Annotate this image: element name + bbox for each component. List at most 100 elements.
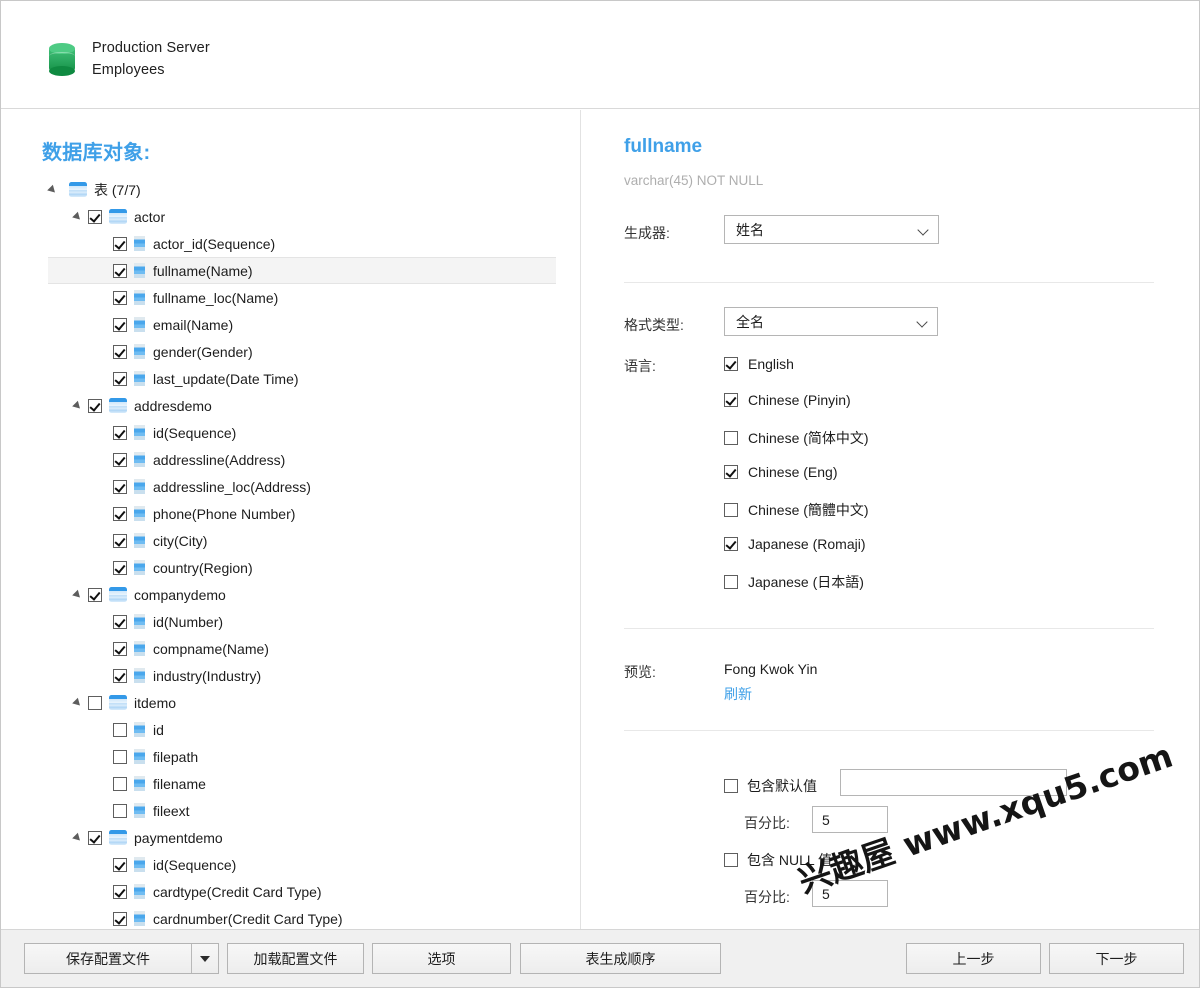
tree-row-checkbox[interactable]: [113, 317, 127, 332]
tree-row[interactable]: addressline_loc(Address): [1, 473, 580, 500]
tree-row[interactable]: paymentdemo: [1, 824, 580, 851]
tree-row[interactable]: fullname_loc(Name): [1, 284, 580, 311]
tree-row-checkbox[interactable]: [113, 614, 127, 629]
refresh-link[interactable]: 刷新: [724, 684, 752, 704]
expand-collapse-icon[interactable]: [73, 832, 85, 844]
language-label-text: English: [748, 356, 794, 372]
tree-row-checkbox[interactable]: [113, 533, 127, 548]
tree-row[interactable]: last_update(Date Time): [1, 365, 580, 392]
tree-row-checkbox[interactable]: [113, 641, 127, 656]
save-config-dropdown-arrow[interactable]: [191, 944, 218, 973]
null-percent-input[interactable]: 5: [812, 880, 888, 907]
column-icon: [134, 236, 145, 251]
tree-row-checkbox[interactable]: [88, 398, 102, 413]
back-button[interactable]: 上一步: [906, 943, 1041, 974]
tree-row-checkbox[interactable]: [113, 236, 127, 251]
tree-row[interactable]: filepath: [1, 743, 580, 770]
tree-row[interactable]: id(Sequence): [1, 419, 580, 446]
tree-row[interactable]: phone(Phone Number): [1, 500, 580, 527]
include-null-checkbox[interactable]: [724, 853, 738, 867]
tree-row[interactable]: cardnumber(Credit Card Type): [1, 905, 580, 930]
include-null-option[interactable]: 包含 NULL 值: [724, 850, 832, 870]
language-option[interactable]: English: [724, 356, 794, 372]
tree-row-checkbox[interactable]: [113, 668, 127, 683]
language-checkbox[interactable]: [724, 537, 738, 551]
tree-row[interactable]: country(Region): [1, 554, 580, 581]
language-option[interactable]: Chinese (簡體中文): [724, 500, 869, 520]
language-checkbox[interactable]: [724, 357, 738, 371]
language-checkbox[interactable]: [724, 393, 738, 407]
language-checkbox[interactable]: [724, 503, 738, 517]
options-button[interactable]: 选项: [372, 943, 511, 974]
language-option[interactable]: Chinese (Pinyin): [724, 392, 851, 408]
generator-select[interactable]: 姓名: [724, 215, 939, 244]
tree-row[interactable]: compname(Name): [1, 635, 580, 662]
generate-data-wizard-window: Production Server Employees 数据库对象: 表 (7/…: [0, 0, 1200, 988]
tree-row-checkbox[interactable]: [113, 911, 127, 926]
language-option[interactable]: Chinese (简体中文): [724, 428, 869, 448]
table-generation-order-button[interactable]: 表生成顺序: [520, 943, 721, 974]
tree-row[interactable]: id(Sequence): [1, 851, 580, 878]
format-type-select[interactable]: 全名: [724, 307, 938, 336]
tree-row-checkbox[interactable]: [113, 560, 127, 575]
preview-label: 预览:: [624, 664, 656, 680]
tree-row-checkbox[interactable]: [88, 695, 102, 710]
expand-collapse-icon[interactable]: [73, 211, 85, 223]
tree-row[interactable]: gender(Gender): [1, 338, 580, 365]
column-icon: [134, 884, 145, 899]
include-default-option[interactable]: 包含默认值: [724, 776, 817, 796]
include-default-value-input[interactable]: [840, 769, 1067, 796]
tree-row[interactable]: id(Number): [1, 608, 580, 635]
tree-row[interactable]: actor_id(Sequence): [1, 230, 580, 257]
tree-row-checkbox[interactable]: [113, 749, 127, 764]
next-button[interactable]: 下一步: [1049, 943, 1184, 974]
database-objects-tree[interactable]: 表 (7/7) actor actor_id(Sequence) fullname(N…: [1, 176, 580, 930]
tree-row-checkbox[interactable]: [113, 884, 127, 899]
expand-collapse-icon[interactable]: [73, 697, 85, 709]
expand-collapse-icon[interactable]: [73, 400, 85, 412]
tree-row-checkbox[interactable]: [113, 803, 127, 818]
tree-row[interactable]: filename: [1, 770, 580, 797]
tree-row[interactable]: fullname(Name): [48, 257, 556, 284]
language-checkbox[interactable]: [724, 431, 738, 445]
language-checkbox[interactable]: [724, 575, 738, 589]
tree-row[interactable]: fileext: [1, 797, 580, 824]
language-option[interactable]: Chinese (Eng): [724, 464, 838, 480]
language-option[interactable]: Japanese (Romaji): [724, 536, 866, 552]
tree-row-checkbox[interactable]: [113, 290, 127, 305]
tree-row-checkbox[interactable]: [113, 506, 127, 521]
tree-row[interactable]: companydemo: [1, 581, 580, 608]
tree-row-checkbox[interactable]: [88, 209, 102, 224]
language-option[interactable]: Japanese (日本語): [724, 572, 864, 592]
tree-row[interactable]: email(Name): [1, 311, 580, 338]
load-config-button[interactable]: 加载配置文件: [227, 943, 364, 974]
tree-row-checkbox[interactable]: [113, 425, 127, 440]
tree-row[interactable]: cardtype(Credit Card Type): [1, 878, 580, 905]
tree-row-checkbox[interactable]: [113, 371, 127, 386]
tree-row-checkbox[interactable]: [113, 722, 127, 737]
expand-collapse-icon[interactable]: [73, 589, 85, 601]
language-checkbox[interactable]: [724, 465, 738, 479]
include-default-checkbox[interactable]: [724, 779, 738, 793]
default-percent-input[interactable]: 5: [812, 806, 888, 833]
tree-row-checkbox[interactable]: [113, 263, 127, 278]
save-config-button[interactable]: 保存配置文件: [24, 943, 219, 974]
tree-row-checkbox[interactable]: [113, 857, 127, 872]
tree-row-checkbox[interactable]: [113, 344, 127, 359]
table-icon: [109, 587, 127, 602]
tree-row[interactable]: city(City): [1, 527, 580, 554]
tree-row[interactable]: addressline(Address): [1, 446, 580, 473]
tree-row[interactable]: itdemo: [1, 689, 580, 716]
tree-row-checkbox[interactable]: [113, 479, 127, 494]
tree-row-checkbox[interactable]: [113, 776, 127, 791]
tree-row[interactable]: industry(Industry): [1, 662, 580, 689]
tree-row[interactable]: addresdemo: [1, 392, 580, 419]
expand-collapse-icon[interactable]: [48, 184, 60, 196]
tree-row[interactable]: actor: [1, 203, 580, 230]
tree-row-checkbox[interactable]: [88, 830, 102, 845]
tree-row-checkbox[interactable]: [113, 452, 127, 467]
tree-row[interactable]: 表 (7/7): [1, 176, 580, 203]
tree-row[interactable]: id: [1, 716, 580, 743]
tree-row-checkbox[interactable]: [88, 587, 102, 602]
